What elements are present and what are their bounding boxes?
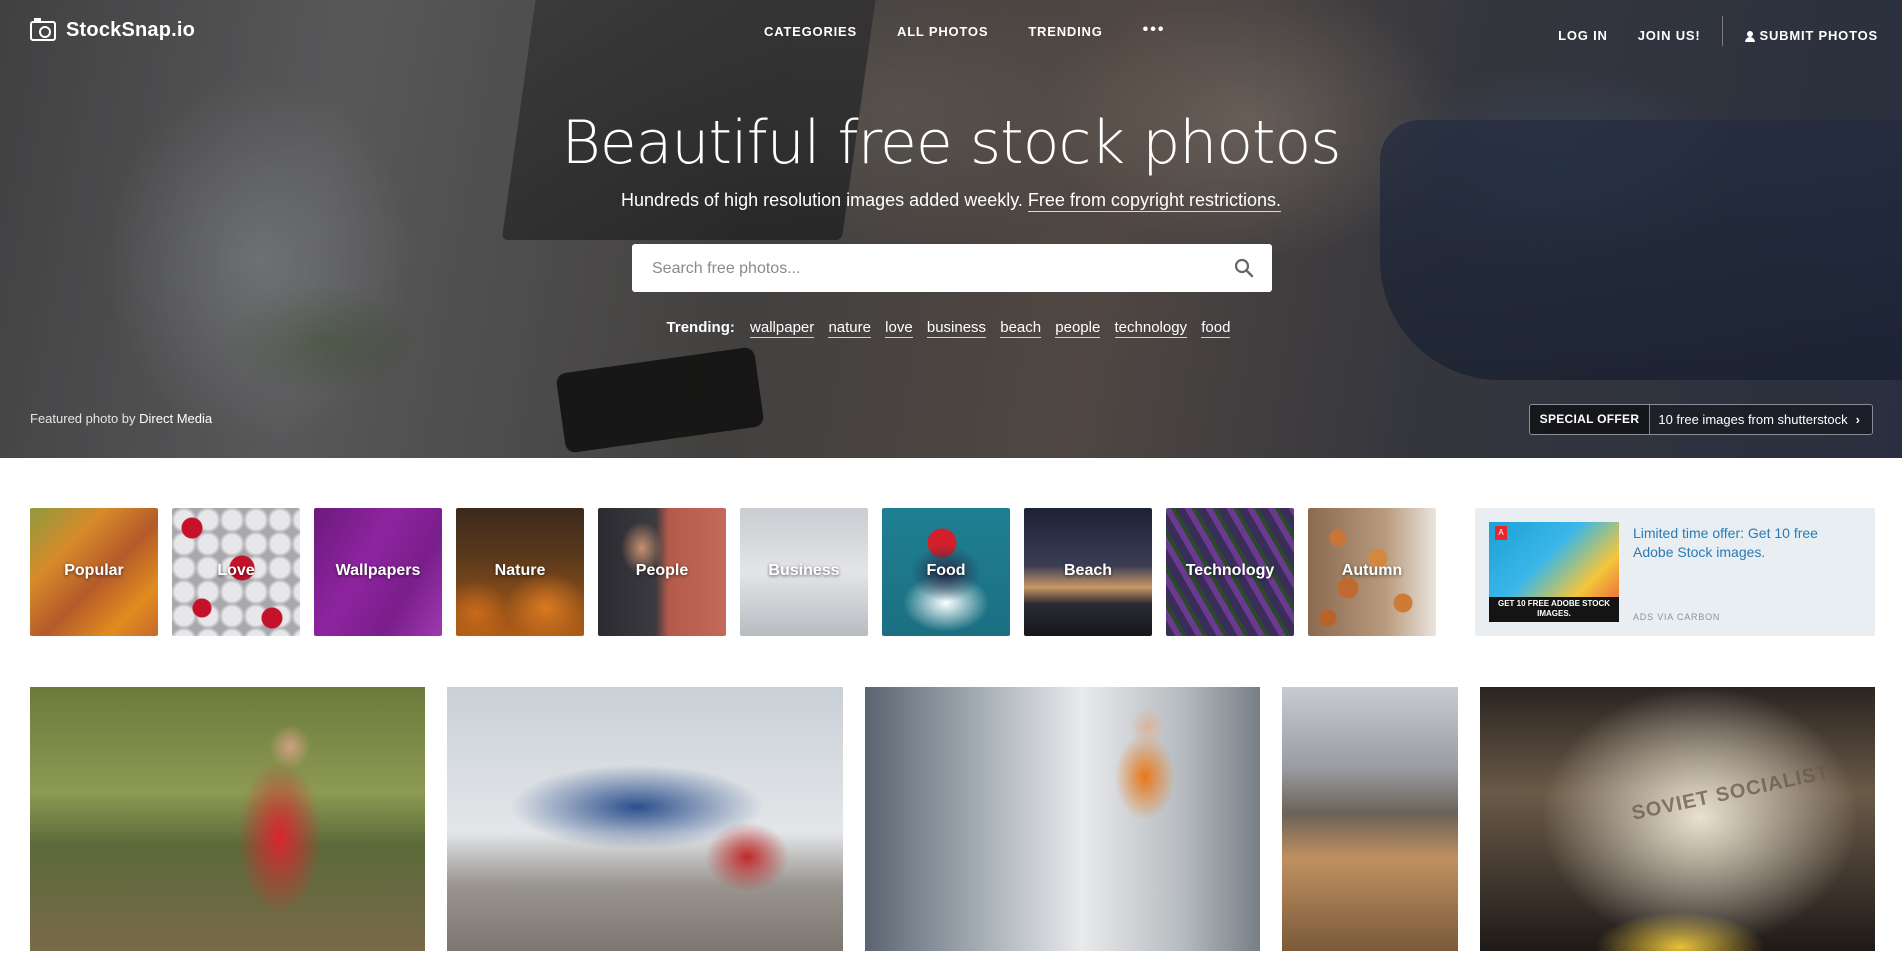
featured-author-link[interactable]: Direct Media [139,411,212,426]
featured-prefix: Featured photo by [30,411,136,426]
category-label: Beach [1063,562,1113,579]
hero-subline: Hundreds of high resolution images added… [0,190,1902,212]
category-love[interactable]: Love [172,508,300,636]
category-label: Nature [494,562,546,579]
globe-map-text: SOVIET SOCIALIST [1629,761,1832,825]
photo-globe-map[interactable]: SOVIET SOCIALIST [1480,687,1875,951]
search-icon[interactable] [1234,258,1254,278]
special-offer-badge: SPECIAL OFFER [1529,405,1651,434]
logo-text: StockSnap.io [66,19,196,41]
hero-headline: Beautiful free stock photos [561,108,1341,178]
category-autumn[interactable]: Autumn [1308,508,1436,636]
category-technology[interactable]: Technology [1166,508,1294,636]
more-menu-icon[interactable]: ••• [1143,21,1166,39]
trending-label: Trending: [666,319,735,336]
trending-tag-wallpaper[interactable]: wallpaper [750,319,815,338]
nav-all-photos[interactable]: ALL PHOTOS [897,24,988,39]
trending-tag-business[interactable]: business [926,319,987,338]
subline-text: Hundreds of high resolution images added… [621,190,1023,210]
hero-banner: StockSnap.io CATEGORIES ALL PHOTOS TREND… [0,0,1902,458]
photo-stretching-legs[interactable] [447,687,843,951]
special-offer-label: 10 free images from shutterstock [1658,412,1848,427]
category-beach[interactable]: Beach [1024,508,1152,636]
photo-man-red-jacket[interactable] [30,687,425,951]
category-business[interactable]: Business [740,508,868,636]
trending-tag-love[interactable]: love [885,319,913,338]
trending-tag-food[interactable]: food [1201,319,1231,338]
category-label: People [635,562,689,579]
carbon-ad[interactable]: A GET 10 FREE ADOBE STOCK IMAGES. Limite… [1475,508,1875,636]
camera-icon [30,17,56,41]
main-nav: CATEGORIES ALL PHOTOS TRENDING ••• [764,21,1166,39]
account-nav: LOG IN JOIN US! SUBMIT PHOTOS [1558,16,1878,46]
login-link[interactable]: LOG IN [1558,28,1608,43]
ads-via-carbon-link[interactable]: ADS VIA CARBON [1633,612,1720,622]
nav-categories[interactable]: CATEGORIES [764,24,857,39]
user-icon [1745,30,1756,42]
nav-trending[interactable]: TRENDING [1028,24,1102,39]
category-popular[interactable]: Popular [30,508,158,636]
ad-image[interactable]: A GET 10 FREE ADOBE STOCK IMAGES. [1489,522,1619,622]
trending-tag-beach[interactable]: beach [1000,319,1042,338]
hero-overlay [0,0,1902,458]
trending-tags: Trending: wallpaper nature love business… [0,319,1902,338]
category-label: Food [926,562,966,579]
ad-image-caption: GET 10 FREE ADOBE STOCK IMAGES. [1489,597,1619,622]
top-nav: StockSnap.io CATEGORIES ALL PHOTOS TREND… [0,0,1902,62]
category-nature[interactable]: Nature [456,508,584,636]
special-offer-banner[interactable]: SPECIAL OFFER 10 free images from shutte… [1528,404,1873,435]
category-food[interactable]: Food [882,508,1010,636]
category-label: Love [217,562,255,579]
search-box [632,244,1272,294]
site-logo[interactable]: StockSnap.io [30,17,196,42]
trending-tag-people[interactable]: people [1055,319,1101,338]
category-label: Autumn [1341,562,1403,579]
photo-hillside[interactable] [1282,687,1458,951]
nav-divider [1722,16,1724,46]
category-label: Popular [64,562,124,579]
category-label: Technology [1185,562,1275,579]
photo-senior-runner[interactable] [865,687,1260,951]
trending-tag-technology[interactable]: technology [1114,319,1188,338]
adobe-logo-icon: A [1495,526,1507,540]
search-input[interactable] [650,244,1214,294]
category-wallpapers[interactable]: Wallpapers [314,508,442,636]
submit-photos-label: SUBMIT PHOTOS [1759,27,1878,43]
ad-text-link[interactable]: Limited time offer: Get 10 free Adobe St… [1633,524,1853,562]
special-offer-text: 10 free images from shutterstock › [1650,405,1872,434]
chevron-right-icon: › [1855,412,1860,427]
submit-photos-link[interactable]: SUBMIT PHOTOS [1745,28,1878,43]
category-people[interactable]: People [598,508,726,636]
copyright-link[interactable]: Free from copyright restrictions. [1027,190,1281,212]
category-tiles: Popular Love Wallpapers Nature People Bu… [30,508,1436,636]
join-link[interactable]: JOIN US! [1638,28,1701,43]
trending-tag-nature[interactable]: nature [828,319,871,338]
category-label: Business [768,562,840,579]
featured-photo-credit: Featured photo by Direct Media [30,411,212,426]
category-label: Wallpapers [335,562,421,579]
